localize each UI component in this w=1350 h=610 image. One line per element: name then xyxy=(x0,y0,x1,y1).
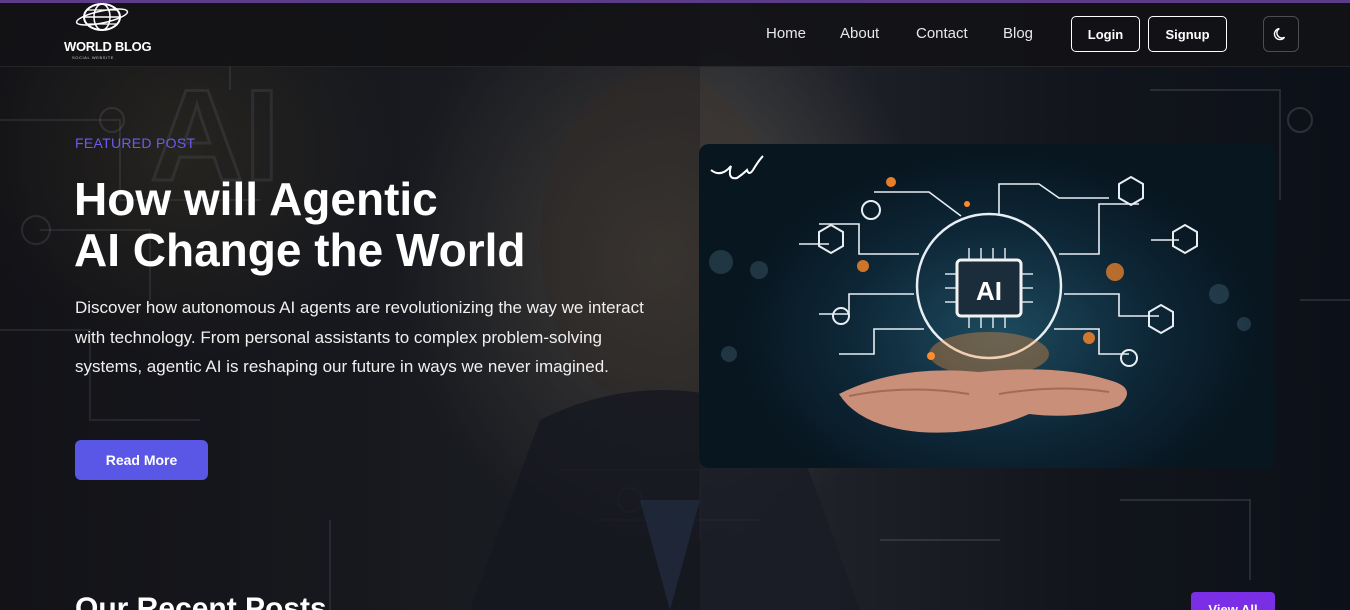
view-all-button[interactable]: View All xyxy=(1191,592,1275,610)
globe-icon xyxy=(75,3,129,31)
site-logo[interactable] xyxy=(62,3,142,63)
hero-description: Discover how autonomous AI agents are re… xyxy=(75,298,644,376)
ai-chip-illustration: AI xyxy=(709,155,1251,433)
featured-post-label: FEATURED POST xyxy=(75,135,196,151)
brand-tagline: SOCIAL WEBSITE xyxy=(72,55,115,60)
login-button[interactable]: Login xyxy=(1071,16,1140,52)
nav-link-about[interactable]: About xyxy=(840,25,879,42)
recent-posts-title: Our Recent Posts xyxy=(75,592,327,610)
brand-name: WORLD BLOG xyxy=(64,39,152,54)
hero-title: How will Agentic AI Change the World xyxy=(74,174,634,276)
nav-link-blog[interactable]: Blog xyxy=(1003,25,1033,42)
featured-post-image[interactable]: AI xyxy=(699,144,1275,468)
hero-title-line-2: AI Change the World xyxy=(74,224,526,276)
hero-title-line-1: How will Agentic xyxy=(74,173,438,225)
ai-chip-label: AI xyxy=(976,276,1002,306)
theme-toggle-button[interactable] xyxy=(1263,16,1299,52)
moon-icon xyxy=(1273,27,1286,41)
nav-link-home[interactable]: Home xyxy=(766,25,806,42)
navbar: WORLD BLOG SOCIAL WEBSITE Home About Con… xyxy=(0,3,1350,67)
signup-button[interactable]: Signup xyxy=(1148,16,1227,52)
read-more-button[interactable]: Read More xyxy=(75,440,208,480)
nav-link-contact[interactable]: Contact xyxy=(916,25,968,42)
